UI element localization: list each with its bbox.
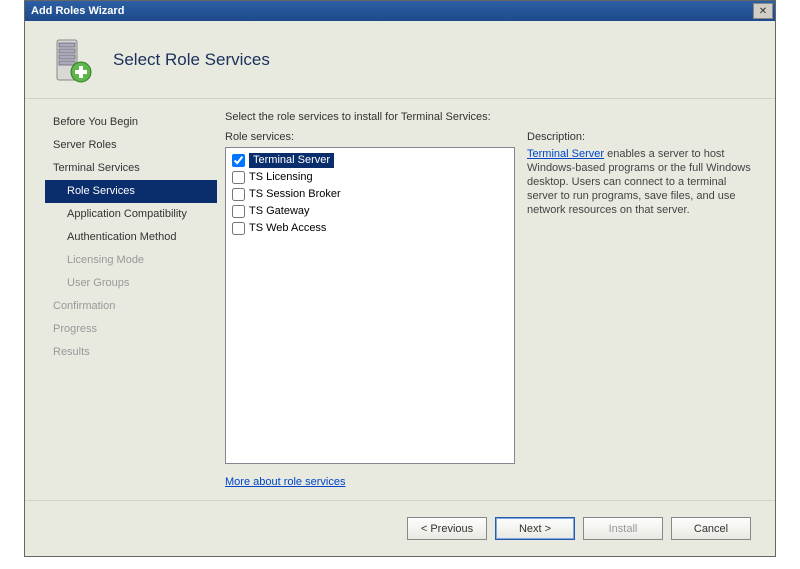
main-content: Select the role services to install for …: [225, 99, 775, 500]
service-checkbox[interactable]: [232, 188, 245, 201]
page-title: Select Role Services: [113, 50, 270, 70]
description-column: Description: Terminal Server enables a s…: [527, 131, 751, 488]
server-role-icon: [49, 36, 97, 84]
description-label: Description:: [527, 131, 751, 143]
service-row-terminal-server[interactable]: Terminal Server: [230, 152, 510, 169]
service-row-ts-web-access[interactable]: TS Web Access: [230, 220, 510, 237]
services-label: Role services:: [225, 131, 515, 143]
service-label: TS Gateway: [249, 204, 310, 219]
service-label: Terminal Server: [249, 153, 334, 168]
nav-item-role-services[interactable]: Role Services: [45, 180, 217, 203]
body: Before You BeginServer RolesTerminal Ser…: [25, 99, 775, 500]
close-icon: ✕: [759, 6, 767, 17]
nav-item-server-roles[interactable]: Server Roles: [45, 134, 217, 157]
titlebar: Add Roles Wizard ✕: [25, 1, 775, 21]
service-checkbox[interactable]: [232, 171, 245, 184]
nav-item-results: Results: [45, 341, 217, 364]
nav-item-authentication-method[interactable]: Authentication Method: [45, 226, 217, 249]
wizard-frame: Add Roles Wizard ✕ Select Role Services: [24, 0, 776, 557]
service-row-ts-session-broker[interactable]: TS Session Broker: [230, 186, 510, 203]
more-link[interactable]: More about role services: [225, 476, 515, 488]
nav-item-licensing-mode: Licensing Mode: [45, 249, 217, 272]
service-label: TS Web Access: [249, 221, 326, 236]
install-button[interactable]: Install: [583, 517, 663, 540]
close-button[interactable]: ✕: [753, 3, 773, 19]
service-label: TS Licensing: [249, 170, 313, 185]
service-row-ts-gateway[interactable]: TS Gateway: [230, 203, 510, 220]
footer: < Previous Next > Install Cancel: [25, 500, 775, 556]
nav-item-application-compatibility[interactable]: Application Compatibility: [45, 203, 217, 226]
instruction-text: Select the role services to install for …: [225, 111, 751, 123]
nav-item-before-you-begin[interactable]: Before You Begin: [45, 111, 217, 134]
nav-item-confirmation: Confirmation: [45, 295, 217, 318]
service-checkbox[interactable]: [232, 154, 245, 167]
services-column: Role services: Terminal Server TS Licensi…: [225, 131, 515, 488]
wizard-window: Add Roles Wizard ✕ Select Role Services: [0, 0, 800, 569]
titlebar-title: Add Roles Wizard: [31, 5, 753, 17]
service-checkbox[interactable]: [232, 222, 245, 235]
panels-row: Role services: Terminal Server TS Licensi…: [225, 131, 751, 488]
nav-item-progress: Progress: [45, 318, 217, 341]
nav-item-terminal-services[interactable]: Terminal Services: [45, 157, 217, 180]
next-button[interactable]: Next >: [495, 517, 575, 540]
nav-item-user-groups: User Groups: [45, 272, 217, 295]
service-label: TS Session Broker: [249, 187, 341, 202]
sidebar: Before You BeginServer RolesTerminal Ser…: [25, 99, 225, 500]
description-text: Terminal Server enables a server to host…: [527, 147, 751, 217]
cancel-button[interactable]: Cancel: [671, 517, 751, 540]
previous-button[interactable]: < Previous: [407, 517, 487, 540]
description-link[interactable]: Terminal Server: [527, 148, 604, 160]
services-listbox[interactable]: Terminal Server TS Licensing TS Session Br…: [225, 147, 515, 464]
service-checkbox[interactable]: [232, 205, 245, 218]
service-row-ts-licensing[interactable]: TS Licensing: [230, 169, 510, 186]
header: Select Role Services: [25, 21, 775, 99]
